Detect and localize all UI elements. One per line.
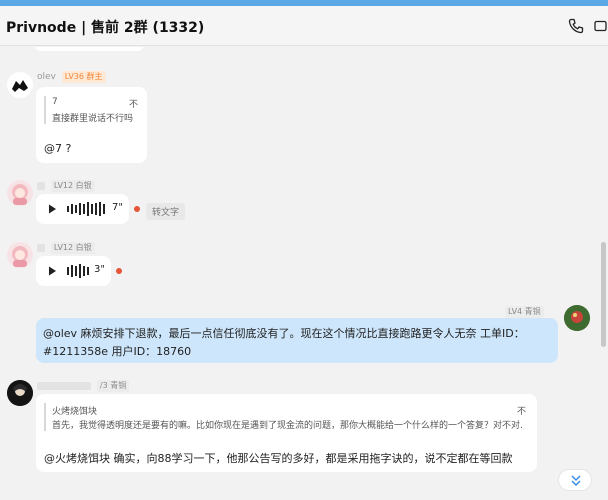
quoted-message[interactable]: 7 不 直接群里说话不行吗: [44, 96, 140, 124]
avatar-image-icon: [12, 80, 28, 92]
redacted-sender-name: [37, 181, 45, 190]
avatar[interactable]: [7, 380, 33, 406]
sender-name[interactable]: olev: [37, 72, 56, 82]
chat-header: Privnode | 售前 2群 (1332): [0, 6, 608, 46]
avatar-image-icon: [564, 305, 590, 331]
play-icon[interactable]: [46, 203, 58, 215]
avatar[interactable]: [7, 242, 33, 268]
message-text-line-1: @olev 麻烦安排下退款，最后一点信任彻底没有了。现在这个情况比直接跑路更令人…: [43, 327, 525, 340]
sender-line: LV4 青铜: [502, 306, 544, 318]
own-message-bubble[interactable]: @olev 麻烦安排下退款，最后一点信任彻底没有了。现在这个情况比直接跑路更令人…: [36, 318, 558, 363]
message-text: @7 ?: [44, 142, 72, 155]
play-icon[interactable]: [46, 265, 58, 277]
message-list[interactable]: olev LV36 群主 7 不 直接群里说话不行吗 @7 ? LV12 白银: [0, 47, 608, 500]
member-level-badge: /3 青铜: [96, 380, 130, 392]
quoted-author: 火烤烧饵块: [52, 407, 98, 417]
phone-icon[interactable]: [568, 18, 584, 34]
chat-title: Privnode | 售前 2群 (1332): [6, 20, 205, 36]
quoted-collapse-toggle[interactable]: 不: [129, 97, 138, 110]
avatar-image-icon: [12, 184, 28, 205]
voice-waveform: [67, 202, 105, 216]
voice-message-bubble[interactable]: 3": [36, 256, 111, 286]
video-icon[interactable]: [594, 18, 608, 34]
quoted-message[interactable]: 火烤烧饵块 不 首先，我觉得透明度还是要有的嘛。比如你现在是遇到了现金流的问题，…: [44, 403, 528, 431]
redacted-sender-name: [37, 243, 45, 252]
message-bubble-partial: [34, 47, 144, 51]
avatar[interactable]: [7, 180, 33, 206]
member-level-badge: LV36 群主: [61, 71, 106, 83]
voice-waveform: [67, 264, 89, 278]
quoted-text: 直接群里说话不行吗: [52, 114, 134, 124]
member-level-badge: LV4 青铜: [505, 306, 544, 318]
unread-voice-dot: [116, 268, 122, 274]
member-level-badge: LV12 白银: [50, 180, 95, 192]
message-bubble[interactable]: 7 不 直接群里说话不行吗 @7 ?: [36, 87, 147, 163]
sender-line: olev LV36 群主: [37, 71, 106, 83]
chevron-double-down-icon: [571, 475, 581, 487]
quoted-author: 7: [52, 97, 58, 107]
quoted-text: 首先，我觉得透明度还是要有的嘛。比如你现在是遇到了现金流的问题，那你大概能给一个…: [52, 421, 522, 431]
quoted-collapse-toggle[interactable]: 不: [517, 404, 526, 417]
scroll-to-bottom-button[interactable]: [558, 469, 592, 491]
member-level-badge: LV12 白银: [50, 242, 95, 254]
avatar-image-icon: [7, 380, 33, 406]
voice-duration: 3": [94, 264, 105, 275]
voice-duration: 7": [112, 202, 123, 213]
unread-voice-dot: [134, 206, 140, 212]
sender-line: LV12 白银: [37, 242, 95, 254]
avatar[interactable]: [564, 305, 590, 331]
redacted-sender-name: [37, 381, 91, 390]
transcribe-button[interactable]: 转文字: [146, 203, 186, 220]
voice-message-bubble[interactable]: 7": [36, 194, 129, 224]
message-text: @火烤烧饵块 确实，向88学习一下，他那公告写的多好，都是采用拖字诀的，说不定都…: [44, 452, 513, 465]
avatar[interactable]: [7, 72, 33, 98]
message-text-line-2: #1211358e 用户ID：18760: [43, 345, 192, 358]
sender-line: LV12 白银: [37, 180, 95, 192]
message-bubble[interactable]: 火烤烧饵块 不 首先，我觉得透明度还是要有的嘛。比如你现在是遇到了现金流的问题，…: [36, 394, 537, 472]
message-list-scrollbar[interactable]: [601, 242, 606, 347]
sender-line: /3 青铜: [37, 380, 130, 392]
avatar-image-icon: [12, 246, 28, 267]
